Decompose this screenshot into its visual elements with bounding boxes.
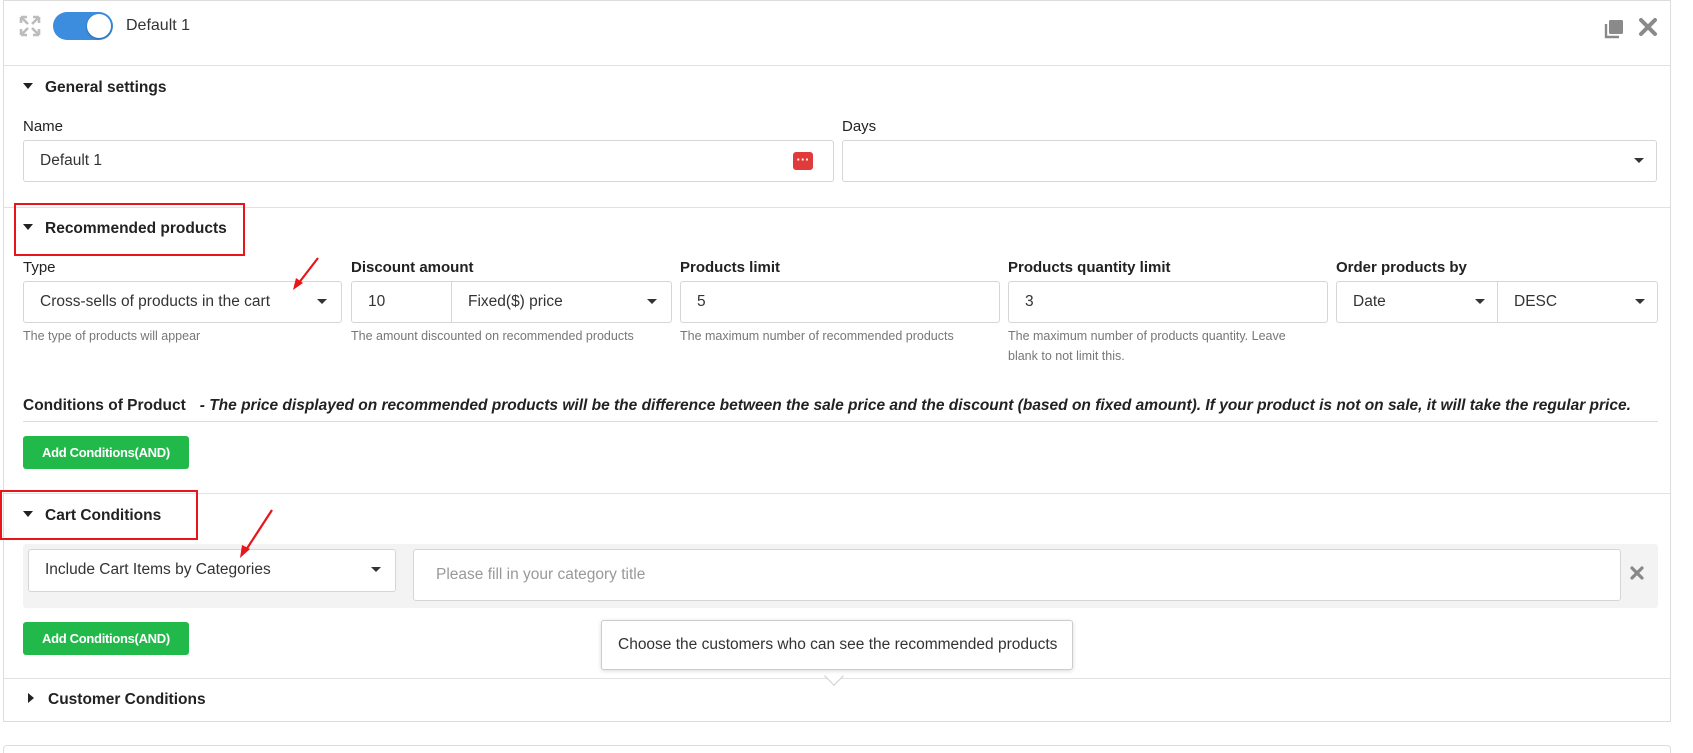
rule-title: Default 1 [126,17,191,34]
quantity-limit-help-2: blank to not limit this. [1008,349,1125,363]
caret-right-icon [28,692,34,703]
discount-help: The amount discounted on recommended pro… [351,329,634,343]
close-icon[interactable] [1637,16,1659,38]
type-help: The type of products will appear [23,329,201,343]
days-select[interactable] [842,140,1657,182]
dropdown-arrow-icon [317,299,327,304]
quantity-limit-help: The maximum number of products quantity.… [1008,329,1286,343]
order-direction-value: DESC [1514,293,1558,310]
order-by-label: Order products by [1336,259,1467,276]
annotation-arrow-icon [293,257,319,290]
annotation-arrow-icon [240,509,273,558]
expand-icon[interactable] [18,14,42,38]
order-direction-select[interactable]: DESC [1497,281,1658,323]
discount-value: 10 [368,293,386,310]
next-panel-edge [3,745,1671,753]
type-label: Type [23,259,56,276]
rule-panel: Default 1 General settings Name Default … [3,0,1671,722]
quantity-limit-label: Products quantity limit [1008,259,1171,276]
add-cart-condition-button[interactable]: Add Conditions(AND) [23,622,189,655]
name-label: Name [23,118,64,135]
dropdown-arrow-icon [1634,158,1644,163]
enable-toggle[interactable] [53,12,113,40]
customer-conditions-tooltip: Choose the customers who can see the rec… [601,620,1073,670]
category-input[interactable]: Please fill in your category title [413,549,1621,601]
order-by-select[interactable]: Date [1336,281,1498,323]
dropdown-arrow-icon [371,567,381,572]
days-label: Days [842,118,877,135]
name-value: Default 1 [40,152,103,169]
highlight-box-recommended [14,203,245,256]
divider [23,421,1658,422]
type-value: Cross-sells of products in the cart [40,293,271,310]
remove-condition-icon[interactable] [1629,565,1645,581]
products-limit-value: 5 [697,293,706,310]
discount-label: Discount amount [351,259,474,276]
password-manager-icon[interactable]: ··· [793,152,813,170]
add-product-condition-button[interactable]: Add Conditions(AND) [23,436,189,469]
duplicate-icon[interactable] [1602,17,1626,41]
product-conditions-label: Conditions of Product [23,397,186,414]
quantity-limit-value: 3 [1025,293,1034,310]
order-by-value: Date [1353,293,1386,310]
caret-down-icon [23,82,33,89]
general-settings-heading[interactable]: General settings [23,79,166,97]
toggle-knob [87,14,111,38]
divider [4,493,1670,494]
products-limit-help: The maximum number of recommended produc… [680,329,954,343]
products-limit-input[interactable]: 5 [680,281,1000,323]
name-input[interactable]: Default 1 ··· [23,140,834,182]
dropdown-arrow-icon [647,299,657,304]
products-limit-label: Products limit [680,259,781,276]
category-placeholder: Please fill in your category title [436,566,646,583]
divider [4,207,1670,208]
product-conditions-title: Conditions of Product - The price display… [23,397,1631,415]
discount-type-select[interactable]: Fixed($) price [451,281,672,323]
product-conditions-note: - The price displayed on recommended pro… [199,397,1631,414]
discount-amount-input[interactable]: 10 [351,281,452,323]
customer-conditions-heading[interactable]: Customer Conditions [28,691,206,709]
section-label: General settings [45,79,167,96]
discount-type-value: Fixed($) price [468,293,563,310]
cart-rule-select[interactable]: Include Cart Items by Categories [28,549,396,592]
rule-header [4,1,1670,66]
section-label: Customer Conditions [48,691,206,708]
dropdown-arrow-icon [1475,299,1485,304]
highlight-box-cart [0,490,198,540]
quantity-limit-input[interactable]: 3 [1008,281,1328,323]
dropdown-arrow-icon [1635,299,1645,304]
cart-rule-value: Include Cart Items by Categories [45,561,271,578]
